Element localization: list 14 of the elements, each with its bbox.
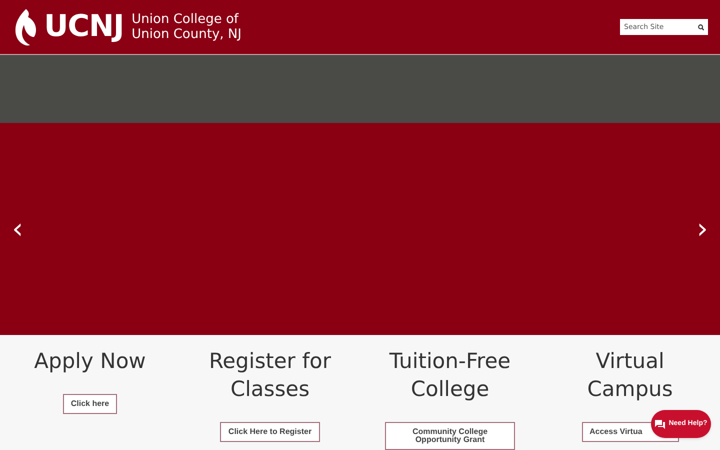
logo-wordmark: UCNJ (44, 12, 124, 42)
feature-button[interactable]: Click Here to Register (220, 422, 320, 442)
feature-title: Tuition-Free College (388, 348, 512, 403)
feature-title: Apply Now (33, 348, 147, 375)
feature-button[interactable]: Click here (62, 394, 118, 414)
college-name-text: Union County, NJ (132, 27, 242, 42)
feature-title: Register for Classes (208, 348, 332, 403)
search-icon (698, 24, 704, 30)
chat-icon (654, 420, 665, 428)
previous-slide-button[interactable]: ‹ (8, 215, 28, 243)
college-name-text: Union College of (132, 12, 240, 27)
feature-title: Virtual Campus (586, 348, 674, 403)
feature-button[interactable]: Community College Opportunity Grant (385, 422, 515, 450)
next-slide-button[interactable]: › (692, 215, 712, 243)
